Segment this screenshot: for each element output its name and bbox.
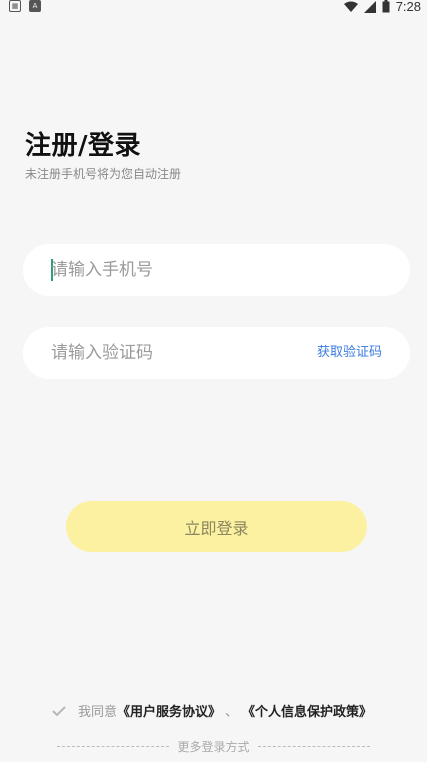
- clock-time: 7:28: [395, 0, 421, 14]
- divider-line-left: [57, 746, 170, 747]
- more-login-divider: 更多登录方式: [0, 738, 427, 755]
- status-left-icons: ▦ A: [9, 0, 41, 12]
- checkmark-icon: [52, 705, 66, 716]
- verification-code-input[interactable]: [51, 327, 301, 379]
- notification-a-icon: A: [29, 0, 41, 12]
- code-field[interactable]: 获取验证码: [23, 327, 410, 379]
- page-title: 注册/登录: [25, 131, 141, 161]
- status-bar: ▦ A 7:28: [0, 0, 427, 14]
- phone-input[interactable]: [51, 244, 301, 296]
- user-agreement-link[interactable]: 《用户服务协议》: [117, 701, 221, 720]
- divider-line-right: [257, 746, 370, 747]
- agreement-row: 我同意 《用户服务协议》 、 《个人信息保护政策》: [50, 701, 372, 720]
- page-subtitle: 未注册手机号将为您自动注册: [25, 167, 182, 181]
- wifi-icon: [343, 1, 358, 12]
- get-code-button[interactable]: 获取验证码: [317, 327, 382, 379]
- battery-icon: [382, 0, 390, 13]
- signal-icon: [363, 0, 376, 13]
- privacy-policy-link[interactable]: 《个人信息保护政策》: [242, 701, 372, 720]
- more-login-label[interactable]: 更多登录方式: [177, 738, 249, 755]
- agreement-checkbox[interactable]: [50, 702, 68, 720]
- agreement-separator: 、: [225, 705, 239, 720]
- phone-field[interactable]: [23, 244, 410, 296]
- status-right-icons: 7:28: [343, 0, 421, 14]
- agreement-prefix: 我同意: [78, 705, 118, 720]
- login-button[interactable]: 立即登录: [66, 501, 367, 552]
- sim-icon: ▦: [9, 0, 21, 12]
